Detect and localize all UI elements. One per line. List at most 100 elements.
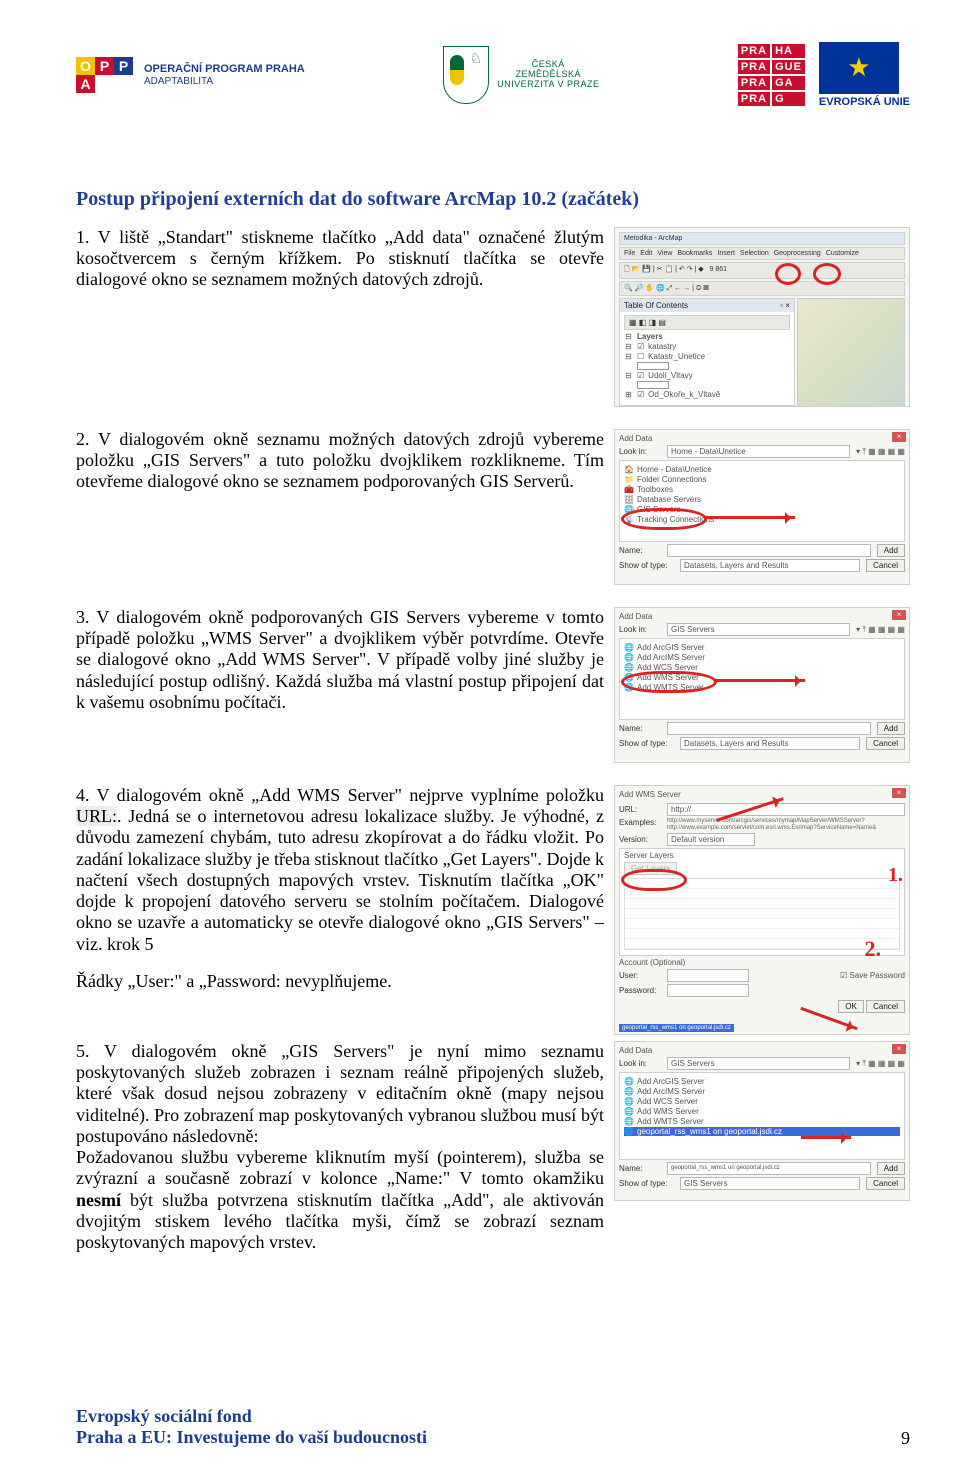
step-5c: být služba potvrzena stisknutím tlačítka… bbox=[76, 1190, 604, 1252]
add-button: Add bbox=[877, 544, 905, 557]
version-label: Version: bbox=[619, 835, 661, 844]
dialog-title: Add WMS Server bbox=[619, 790, 905, 799]
list-item: Add ArcIMS Server bbox=[637, 1087, 705, 1096]
toolbar-2: 🔍 🔎 ✋ 🌐 ⤢ ← → | ◎ ▦ bbox=[619, 281, 905, 296]
prague-cell: HA bbox=[772, 44, 805, 58]
menubar: File Edit View Bookmarks Insert Selectio… bbox=[619, 247, 905, 260]
screenshot-add-data-2: × Add Data Look in:GIS Servers▾ ⤒ ▦ ▦ ▦ … bbox=[614, 607, 910, 763]
page-title: Postup připojení externích dat do softwa… bbox=[76, 188, 910, 211]
lookin-label: Look in: bbox=[619, 625, 661, 634]
footer-line-1: Evropský sociální fond bbox=[76, 1406, 427, 1428]
page-header: OPP A OPERAČNÍ PROGRAM PRAHA ADAPTABILIT… bbox=[76, 20, 910, 130]
logo-opp-block: OPP A OPERAČNÍ PROGRAM PRAHA ADAPTABILIT… bbox=[76, 57, 305, 93]
list-item: Add ArcIMS Server bbox=[637, 653, 705, 662]
show-value: Datasets, Layers and Results bbox=[680, 737, 860, 750]
url-value: http:// bbox=[667, 803, 905, 816]
annotation-circle bbox=[813, 263, 841, 285]
screenshot-add-wms: × Add WMS Server URL:http:// Examples: h… bbox=[614, 785, 910, 1035]
opp-letter: P bbox=[95, 57, 114, 75]
page-footer: Evropský sociální fond Praha a EU: Inves… bbox=[76, 1406, 910, 1449]
list-item: Database Servers bbox=[637, 495, 701, 504]
prague-logo: PRAHA PRAGUE PRAGA PRAG bbox=[738, 44, 805, 106]
name-label: Name: bbox=[619, 724, 661, 733]
step-2-text: 2. V dialogovém okně seznamu možných dat… bbox=[76, 429, 604, 585]
eu-logo: ★ EVROPSKÁ UNIE bbox=[819, 42, 910, 108]
lookin-value: GIS Servers bbox=[667, 1057, 850, 1070]
add-button: Add bbox=[877, 722, 905, 735]
menu-item: File bbox=[624, 250, 635, 257]
prague-cell: PRA bbox=[738, 76, 770, 90]
menu-item: Selection bbox=[740, 250, 769, 257]
menu-item: Edit bbox=[640, 250, 652, 257]
layer-item: Udoli_Vltavy bbox=[648, 371, 692, 380]
opp-letter: O bbox=[76, 57, 95, 75]
cancel-button: Cancel bbox=[866, 1000, 905, 1013]
list-item: Home - Data\Unetice bbox=[637, 465, 712, 474]
czu-text: ČESKÁ ZEMĚDĚLSKÁ UNIVERZITA V PRAZE bbox=[497, 60, 599, 90]
name-label: Name: bbox=[619, 546, 661, 555]
prague-cell: PRA bbox=[738, 44, 770, 58]
list-item: Add ArcGIS Server bbox=[637, 643, 705, 652]
show-value: GIS Servers bbox=[680, 1177, 860, 1190]
step-1: 1. V liště „Standart" stiskneme tlačítko… bbox=[76, 227, 910, 407]
step-5-strong: nesmí bbox=[76, 1190, 121, 1210]
close-icon: × bbox=[892, 432, 906, 442]
annotation-arrow bbox=[801, 1136, 851, 1139]
show-label: Show of type: bbox=[619, 739, 674, 748]
dialog-title: Add Data bbox=[619, 434, 652, 443]
toc-title: Table Of Contents bbox=[624, 301, 688, 310]
annotation-arrow bbox=[715, 679, 805, 682]
opp-letter: P bbox=[114, 57, 133, 75]
lookin-label: Look in: bbox=[619, 1059, 661, 1068]
step-5: 5. V dialogovém okně „GIS Servers" je ny… bbox=[76, 1041, 910, 1253]
cancel-button: Cancel bbox=[866, 1177, 905, 1190]
czu-shield-icon bbox=[443, 46, 489, 104]
annotation-oval bbox=[621, 671, 717, 693]
user-label: User: bbox=[619, 971, 661, 980]
czu-line: UNIVERZITA V PRAZE bbox=[497, 80, 599, 90]
annotation-number: 2. bbox=[865, 936, 882, 962]
cancel-button: Cancel bbox=[866, 559, 905, 572]
prague-cell: G bbox=[772, 92, 805, 106]
menu-item: View bbox=[657, 250, 672, 257]
toolbar: 🗋 📂 💾 | ✂ 📋 | ↶ ↷ | ◆ 9 861 bbox=[619, 262, 905, 279]
example-url: http://www.example.com/servlet/com.esri.… bbox=[667, 825, 905, 832]
menu-item: Customize bbox=[826, 250, 859, 257]
version-value: Default version bbox=[667, 833, 755, 846]
list-item: Add WCS Server bbox=[637, 1097, 698, 1106]
list-item: Folder Connections bbox=[637, 475, 706, 484]
list-item: Toolboxes bbox=[637, 485, 673, 494]
close-icon: × bbox=[892, 788, 906, 798]
step-3-text: 3. V dialogovém okně podporovaných GIS S… bbox=[76, 607, 604, 763]
step-5b: Požadovanou službu vybereme kliknutím my… bbox=[76, 1147, 604, 1188]
logo-right-block: PRAHA PRAGUE PRAGA PRAG ★ EVROPSKÁ UNIE bbox=[738, 42, 910, 108]
annotation-number: 1. bbox=[888, 864, 903, 887]
list-item: Add ArcGIS Server bbox=[637, 1077, 705, 1086]
opp-title: OPERAČNÍ PROGRAM PRAHA bbox=[144, 63, 305, 75]
map-canvas bbox=[797, 298, 905, 407]
name-label: Name: bbox=[619, 1164, 661, 1173]
show-value: Datasets, Layers and Results bbox=[680, 559, 860, 572]
server-layers-label: Server Layers bbox=[624, 851, 900, 860]
prague-cell: GUE bbox=[772, 60, 805, 74]
step-2: 2. V dialogovém okně seznamu možných dat… bbox=[76, 429, 910, 585]
menu-item: Geoprocessing bbox=[774, 250, 821, 257]
annotation-url: geoportal_rss_wms1 on geoportal.jsdi.cz bbox=[619, 1024, 734, 1032]
account-label: Account (Optional) bbox=[619, 958, 905, 967]
examples-label: Examples: bbox=[619, 818, 661, 827]
step-4: 4. V dialogovém okně „Add WMS Server" ne… bbox=[76, 785, 910, 1035]
lookin-value: Home - Data\Unetice bbox=[667, 445, 850, 458]
step-4-text: 4. V dialogovém okně „Add WMS Server" ne… bbox=[76, 785, 604, 1035]
layer-item: katastry bbox=[648, 342, 676, 351]
layer-item: Katastr_Unetice bbox=[648, 352, 705, 361]
list-item: Add WMS Server bbox=[637, 1107, 699, 1116]
lookin-label: Look in: bbox=[619, 447, 661, 456]
step-4b: . Jedná se o internetovou adresu lokaliz… bbox=[76, 806, 604, 953]
step-5-text: 5. V dialogovém okně „GIS Servers" je ny… bbox=[76, 1041, 604, 1253]
opp-subtitle: ADAPTABILITA bbox=[144, 76, 305, 87]
eu-flag-icon: ★ bbox=[819, 42, 899, 94]
opp-text: OPERAČNÍ PROGRAM PRAHA ADAPTABILITA bbox=[144, 63, 305, 86]
layers-root: Layers bbox=[637, 332, 663, 341]
screenshot-arcmap: Metodika - ArcMap File Edit View Bookmar… bbox=[614, 227, 910, 407]
dialog-title: Add Data bbox=[619, 612, 652, 621]
